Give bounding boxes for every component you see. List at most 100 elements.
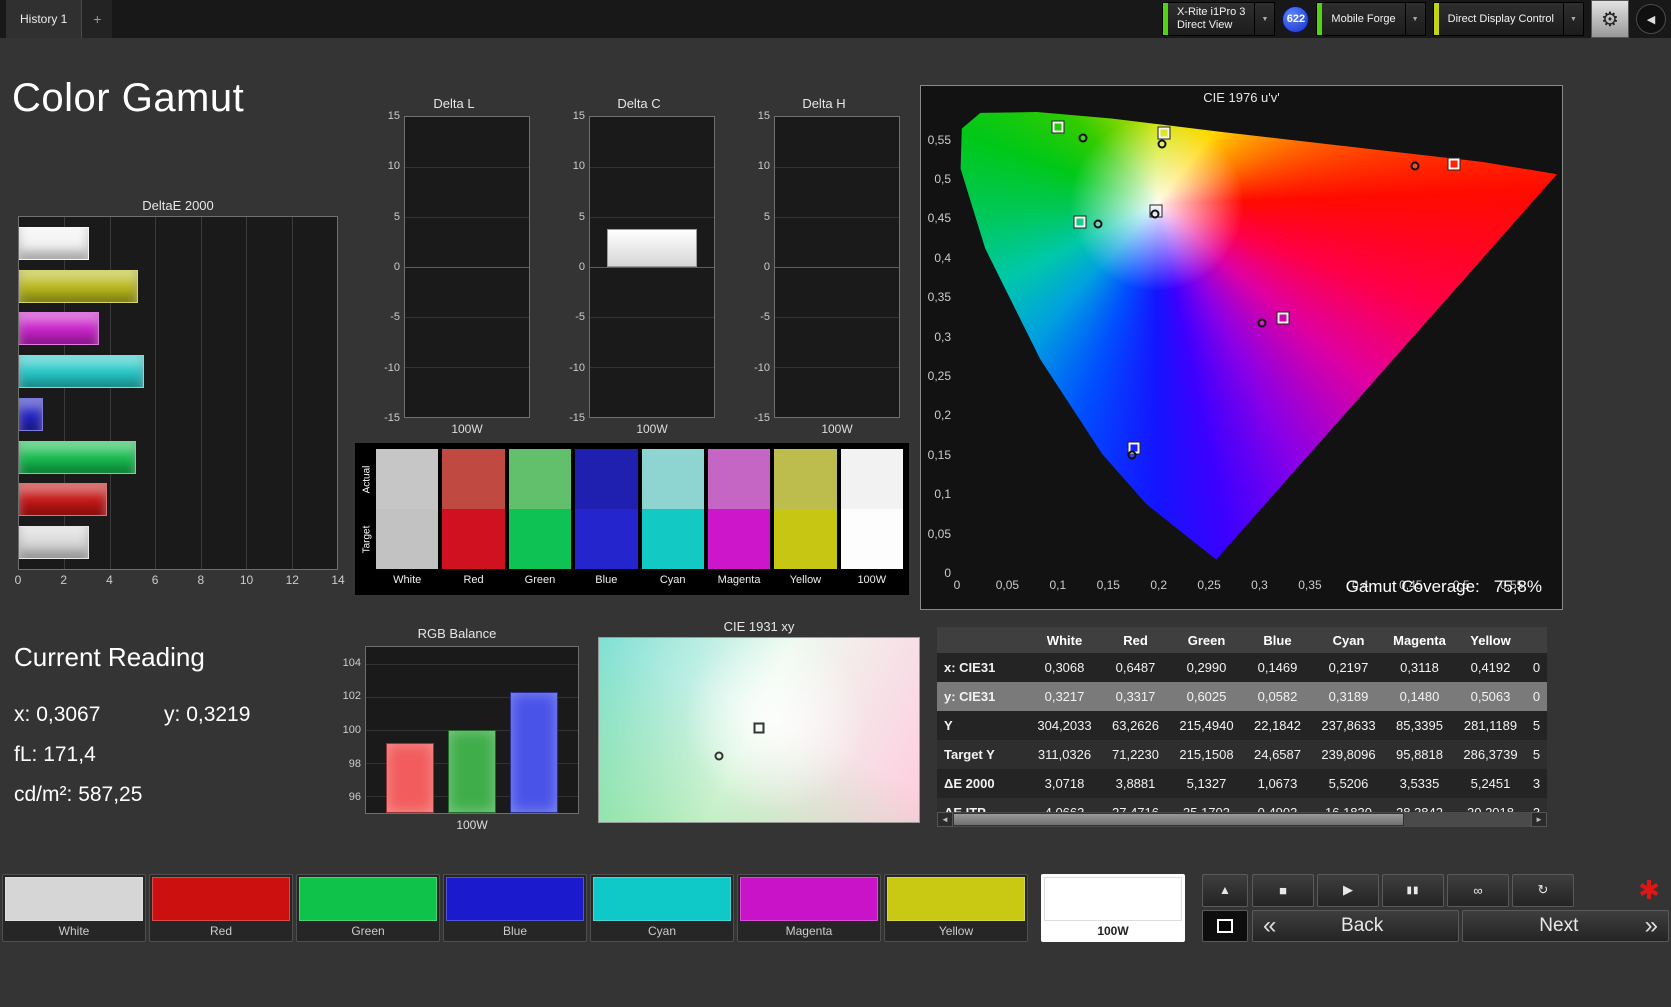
window-button[interactable]: [1202, 909, 1248, 942]
target-marker: [1073, 215, 1087, 229]
meter-dropdown-text: X-Rite i1Pro 3 Direct View: [1168, 3, 1254, 35]
next-button[interactable]: Next »: [1462, 909, 1669, 942]
scrollbar-track[interactable]: [953, 812, 1531, 827]
table-cell: 0,6025: [1171, 682, 1242, 711]
up-arrow-button[interactable]: ▲: [1202, 874, 1248, 907]
tick-label: 14: [331, 573, 345, 587]
chromaticity-horseshoe: [960, 112, 1557, 560]
patch-button-red[interactable]: Red: [149, 874, 293, 942]
table-row-target-y[interactable]: Target Y 311,0326 71,2230 215,1508 24,6587 23…: [937, 740, 1547, 769]
chart-title: Delta C: [617, 96, 661, 111]
add-tab-button[interactable]: +: [82, 0, 113, 38]
source-dropdown-text: Mobile Forge: [1322, 3, 1404, 35]
tab-history-1[interactable]: History 1: [6, 0, 83, 38]
table-header-cell: Cyan: [1313, 627, 1384, 653]
gear-icon: ⚙: [1601, 8, 1619, 31]
table-cell: 0,3217: [1029, 682, 1100, 711]
actual-swatch: [442, 449, 505, 509]
tick-label: 0,2: [934, 408, 951, 423]
chevron-down-icon[interactable]: ▼: [1254, 3, 1274, 35]
tick-label: 10: [572, 160, 585, 173]
x-axis-label: 100W: [636, 422, 668, 436]
table-cell: 0,5063: [1455, 682, 1526, 711]
measured-marker: [1150, 209, 1160, 219]
scrollbar-thumb[interactable]: [953, 813, 1404, 826]
y-value: 0,3219: [186, 703, 251, 726]
swatch-label: White: [393, 574, 422, 586]
table-row-y[interactable]: Y 304,2033 63,2626 215,4940 22,1842 237,8633 8…: [937, 711, 1547, 740]
chevron-down-icon[interactable]: ▼: [1563, 3, 1583, 35]
scroll-right-button[interactable]: ►: [1531, 812, 1547, 827]
table-row--e-2000[interactable]: ΔE 2000 3,0718 3,8881 5,1327 1,0673 5,5206 3,5…: [937, 769, 1547, 798]
y-label: y:: [164, 703, 181, 726]
tick-label: 8: [197, 573, 205, 587]
fl-value: 171,4: [43, 743, 96, 766]
patch-label: Green: [351, 924, 385, 938]
patch-button-cyan[interactable]: Cyan: [590, 874, 734, 942]
collapse-panel-button[interactable]: ◀: [1636, 4, 1666, 34]
table-scrollbar[interactable]: ◄ ►: [937, 812, 1547, 827]
patch-button-blue[interactable]: Blue: [443, 874, 587, 942]
table-header-cell: White: [1029, 627, 1100, 653]
rgb-bar-green: [448, 730, 496, 813]
refresh-button[interactable]: ↻: [1512, 874, 1574, 907]
target-swatch: [707, 509, 771, 569]
swatch-label: Red: [463, 574, 484, 586]
gridline: [775, 367, 899, 368]
tick-label: 5: [393, 210, 400, 223]
target-swatch: [641, 509, 704, 569]
actual-swatch: [575, 449, 638, 509]
tick-label: 0,25: [1197, 578, 1221, 592]
source-dropdown[interactable]: Mobile Forge ▼: [1316, 2, 1426, 36]
patch-label: Magenta: [785, 924, 833, 938]
gridline: [405, 317, 529, 318]
patch-button-green[interactable]: Green: [296, 874, 440, 942]
swatch-label: Blue: [595, 574, 618, 586]
display-control-dropdown[interactable]: Direct Display Control ▼: [1432, 2, 1584, 36]
tick-label: 0,1: [1049, 578, 1067, 592]
table-cell: 304,2033: [1029, 711, 1100, 740]
window-icon: [1217, 918, 1233, 933]
play-button[interactable]: ▶: [1317, 874, 1379, 907]
tick-label: 10: [757, 160, 770, 173]
gridline: [405, 167, 529, 168]
swatch-column-white: White: [376, 449, 439, 591]
tick-label: -15: [384, 412, 400, 424]
deltae-bar-blue: [19, 397, 44, 431]
abort-asterisk-icon: ✱: [1638, 874, 1660, 905]
table-header-cell: [1526, 627, 1547, 653]
patch-button-100w[interactable]: 100W: [1041, 874, 1185, 942]
patch-button-yellow[interactable]: Yellow: [884, 874, 1028, 942]
table-row-y-cie31[interactable]: y: CIE31 0,3217 0,3317 0,6025 0,0582 0,3189 0,…: [937, 682, 1547, 711]
cie1931-plot: [598, 637, 920, 823]
chevron-down-icon[interactable]: ▼: [1404, 3, 1425, 35]
meter-mode: Direct View: [1176, 19, 1233, 31]
actual-swatch: [508, 449, 572, 509]
target-label-text: Target: [361, 525, 373, 553]
measurement-table-grid: White Red Green Blue Cyan Magenta Yellow x: CI…: [937, 627, 1547, 827]
x-axis-label: 100W: [451, 422, 483, 436]
table-cell: 5,2451: [1455, 769, 1526, 798]
top-bar: History 1 + X-Rite i1Pro 3 Direct View ▼…: [0, 0, 1671, 38]
collapse-icon: ◀: [1646, 13, 1656, 26]
measured-marker: [714, 751, 724, 761]
row-label: x: CIE31: [937, 653, 1029, 682]
patch-swatch: [5, 877, 143, 921]
measured-marker: [1127, 450, 1137, 460]
meter-dropdown[interactable]: X-Rite i1Pro 3 Direct View ▼: [1161, 2, 1276, 36]
continuous-button[interactable]: ∞: [1447, 874, 1509, 907]
back-button[interactable]: « Back: [1252, 909, 1459, 942]
table-cell: 239,8096: [1313, 740, 1384, 769]
abort-button[interactable]: ✱: [1629, 874, 1669, 907]
chart-body: 15 10 5 0 -5 -10 -15: [748, 110, 900, 424]
scroll-left-button[interactable]: ◄: [937, 812, 953, 827]
pause-button[interactable]: ▮▮: [1382, 874, 1444, 907]
gamut-coverage: Gamut Coverage: 75,8%: [1346, 577, 1542, 597]
rgb-balance-chart: RGB Balance 104 102 100 98 96 100W: [335, 626, 579, 832]
settings-button[interactable]: ⚙: [1591, 0, 1629, 38]
patch-button-white[interactable]: White: [2, 874, 146, 942]
table-row-x-cie31[interactable]: x: CIE31 0,3068 0,6487 0,2990 0,1469 0,2197 0,…: [937, 653, 1547, 682]
stop-button[interactable]: ■: [1252, 874, 1314, 907]
patch-button-magenta[interactable]: Magenta: [737, 874, 881, 942]
reading-x: x: 0,3067: [14, 703, 164, 727]
